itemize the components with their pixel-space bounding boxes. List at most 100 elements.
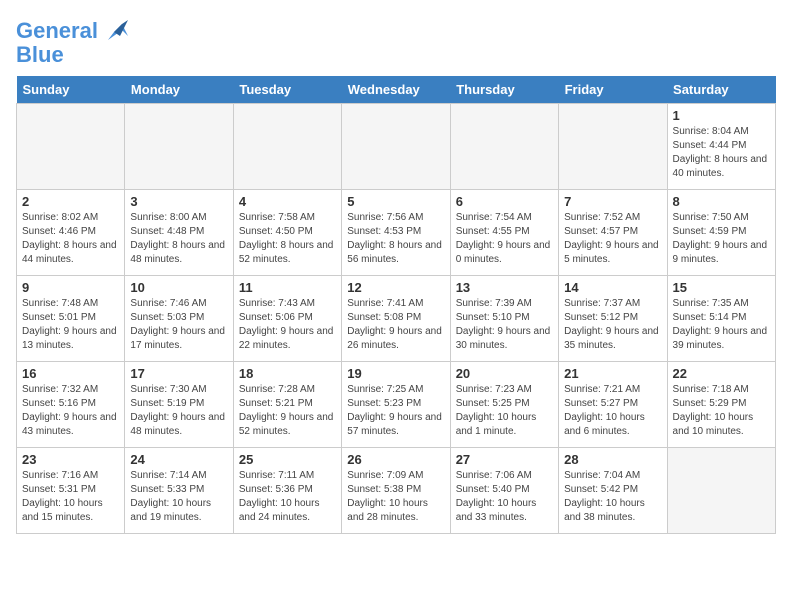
day-number: 12 (347, 280, 444, 295)
day-info: Sunrise: 7:58 AM Sunset: 4:50 PM Dayligh… (239, 211, 336, 267)
day-number: 17 (130, 366, 227, 381)
day-cell: 8 Sunrise: 7:50 AM Sunset: 4:59 PM Daylig… (667, 190, 775, 276)
day-number: 14 (564, 280, 661, 295)
day-cell (125, 104, 233, 190)
day-cell: 13Sunrise: 7:39 AM Sunset: 5:10 PM Dayli… (450, 276, 558, 362)
weekday-header-monday: Monday (125, 76, 233, 104)
calendar-table: SundayMondayTuesdayWednesdayThursdayFrid… (16, 76, 776, 534)
day-number: 25 (239, 452, 336, 467)
day-cell: 5 Sunrise: 7:56 AM Sunset: 4:53 PM Daylig… (342, 190, 450, 276)
logo-text: General (16, 19, 98, 43)
day-number: 15 (673, 280, 770, 295)
day-info: Sunrise: 8:04 AM Sunset: 4:44 PM Dayligh… (673, 125, 770, 181)
day-number: 1 (673, 108, 770, 123)
day-cell: 3 Sunrise: 8:00 AM Sunset: 4:48 PM Daylig… (125, 190, 233, 276)
page-header: General Blue (16, 16, 776, 68)
day-info: Sunrise: 8:00 AM Sunset: 4:48 PM Dayligh… (130, 211, 227, 267)
logo: General Blue (16, 16, 130, 68)
day-cell: 26 Sunrise: 7:09 AM Sunset: 5:38 PM Dayli… (342, 448, 450, 534)
day-number: 23 (22, 452, 119, 467)
week-row-4: 16 Sunrise: 7:32 AM Sunset: 5:16 PM Dayli… (17, 362, 776, 448)
day-number: 11 (239, 280, 336, 295)
day-cell: 20Sunrise: 7:23 AM Sunset: 5:25 PM Dayli… (450, 362, 558, 448)
day-cell: 14 Sunrise: 7:37 AM Sunset: 5:12 PM Dayli… (559, 276, 667, 362)
day-info: Sunrise: 7:32 AM Sunset: 5:16 PM Dayligh… (22, 383, 119, 439)
day-info: Sunrise: 7:28 AM Sunset: 5:21 PM Dayligh… (239, 383, 336, 439)
day-info: Sunrise: 7:54 AM Sunset: 4:55 PM Dayligh… (456, 211, 553, 267)
day-info: Sunrise: 7:41 AM Sunset: 5:08 PM Dayligh… (347, 297, 444, 353)
day-number: 26 (347, 452, 444, 467)
day-cell: 11Sunrise: 7:43 AM Sunset: 5:06 PM Dayli… (233, 276, 341, 362)
weekday-header-row: SundayMondayTuesdayWednesdayThursdayFrid… (17, 76, 776, 104)
day-cell: 16 Sunrise: 7:32 AM Sunset: 5:16 PM Dayli… (17, 362, 125, 448)
day-info: Sunrise: 7:46 AM Sunset: 5:03 PM Dayligh… (130, 297, 227, 353)
day-cell: 12 Sunrise: 7:41 AM Sunset: 5:08 PM Dayli… (342, 276, 450, 362)
day-cell: 2 Sunrise: 8:02 AM Sunset: 4:46 PM Daylig… (17, 190, 125, 276)
day-number: 7 (564, 194, 661, 209)
day-number: 3 (130, 194, 227, 209)
day-cell: 28 Sunrise: 7:04 AM Sunset: 5:42 PM Dayli… (559, 448, 667, 534)
week-row-2: 2 Sunrise: 8:02 AM Sunset: 4:46 PM Daylig… (17, 190, 776, 276)
day-cell: 7 Sunrise: 7:52 AM Sunset: 4:57 PM Daylig… (559, 190, 667, 276)
day-info: Sunrise: 7:04 AM Sunset: 5:42 PM Dayligh… (564, 469, 661, 525)
day-number: 10 (130, 280, 227, 295)
day-number: 8 (673, 194, 770, 209)
day-cell (17, 104, 125, 190)
day-number: 5 (347, 194, 444, 209)
day-cell: 18 Sunrise: 7:28 AM Sunset: 5:21 PM Dayli… (233, 362, 341, 448)
weekday-header-friday: Friday (559, 76, 667, 104)
day-cell: 6Sunrise: 7:54 AM Sunset: 4:55 PM Daylig… (450, 190, 558, 276)
day-info: Sunrise: 7:25 AM Sunset: 5:23 PM Dayligh… (347, 383, 444, 439)
day-cell: 23 Sunrise: 7:16 AM Sunset: 5:31 PM Dayli… (17, 448, 125, 534)
day-cell: 15 Sunrise: 7:35 AM Sunset: 5:14 PM Dayli… (667, 276, 775, 362)
day-info: Sunrise: 7:35 AM Sunset: 5:14 PM Dayligh… (673, 297, 770, 353)
weekday-header-wednesday: Wednesday (342, 76, 450, 104)
day-info: Sunrise: 7:50 AM Sunset: 4:59 PM Dayligh… (673, 211, 770, 267)
day-number: 24 (130, 452, 227, 467)
day-number: 21 (564, 366, 661, 381)
day-cell (342, 104, 450, 190)
day-cell: 1 Sunrise: 8:04 AM Sunset: 4:44 PM Daylig… (667, 104, 775, 190)
day-cell: 9Sunrise: 7:48 AM Sunset: 5:01 PM Daylig… (17, 276, 125, 362)
logo-icon (100, 16, 130, 46)
day-cell: 22 Sunrise: 7:18 AM Sunset: 5:29 PM Dayli… (667, 362, 775, 448)
day-number: 4 (239, 194, 336, 209)
day-number: 27 (456, 452, 553, 467)
day-info: Sunrise: 7:11 AM Sunset: 5:36 PM Dayligh… (239, 469, 336, 525)
day-cell: 17 Sunrise: 7:30 AM Sunset: 5:19 PM Dayli… (125, 362, 233, 448)
day-info: Sunrise: 8:02 AM Sunset: 4:46 PM Dayligh… (22, 211, 119, 267)
day-cell: 4 Sunrise: 7:58 AM Sunset: 4:50 PM Daylig… (233, 190, 341, 276)
weekday-header-thursday: Thursday (450, 76, 558, 104)
day-info: Sunrise: 7:52 AM Sunset: 4:57 PM Dayligh… (564, 211, 661, 267)
day-info: Sunrise: 7:06 AM Sunset: 5:40 PM Dayligh… (456, 469, 553, 525)
day-cell (559, 104, 667, 190)
day-cell (450, 104, 558, 190)
weekday-header-sunday: Sunday (17, 76, 125, 104)
day-info: Sunrise: 7:30 AM Sunset: 5:19 PM Dayligh… (130, 383, 227, 439)
day-cell: 10 Sunrise: 7:46 AM Sunset: 5:03 PM Dayli… (125, 276, 233, 362)
day-cell: 19Sunrise: 7:25 AM Sunset: 5:23 PM Dayli… (342, 362, 450, 448)
day-info: Sunrise: 7:16 AM Sunset: 5:31 PM Dayligh… (22, 469, 119, 525)
day-info: Sunrise: 7:48 AM Sunset: 5:01 PM Dayligh… (22, 297, 119, 353)
day-cell: 25 Sunrise: 7:11 AM Sunset: 5:36 PM Dayli… (233, 448, 341, 534)
day-info: Sunrise: 7:56 AM Sunset: 4:53 PM Dayligh… (347, 211, 444, 267)
day-number: 28 (564, 452, 661, 467)
day-number: 16 (22, 366, 119, 381)
day-number: 2 (22, 194, 119, 209)
day-number: 18 (239, 366, 336, 381)
day-cell (233, 104, 341, 190)
day-cell: 21Sunrise: 7:21 AM Sunset: 5:27 PM Dayli… (559, 362, 667, 448)
day-cell: 27 Sunrise: 7:06 AM Sunset: 5:40 PM Dayli… (450, 448, 558, 534)
day-info: Sunrise: 7:39 AM Sunset: 5:10 PM Dayligh… (456, 297, 553, 353)
week-row-3: 9Sunrise: 7:48 AM Sunset: 5:01 PM Daylig… (17, 276, 776, 362)
day-info: Sunrise: 7:14 AM Sunset: 5:33 PM Dayligh… (130, 469, 227, 525)
day-info: Sunrise: 7:37 AM Sunset: 5:12 PM Dayligh… (564, 297, 661, 353)
week-row-5: 23 Sunrise: 7:16 AM Sunset: 5:31 PM Dayli… (17, 448, 776, 534)
day-number: 22 (673, 366, 770, 381)
weekday-header-tuesday: Tuesday (233, 76, 341, 104)
day-info: Sunrise: 7:18 AM Sunset: 5:29 PM Dayligh… (673, 383, 770, 439)
day-cell: 24 Sunrise: 7:14 AM Sunset: 5:33 PM Dayli… (125, 448, 233, 534)
day-info: Sunrise: 7:23 AM Sunset: 5:25 PM Dayligh… (456, 383, 553, 439)
day-cell (667, 448, 775, 534)
day-info: Sunrise: 7:09 AM Sunset: 5:38 PM Dayligh… (347, 469, 444, 525)
